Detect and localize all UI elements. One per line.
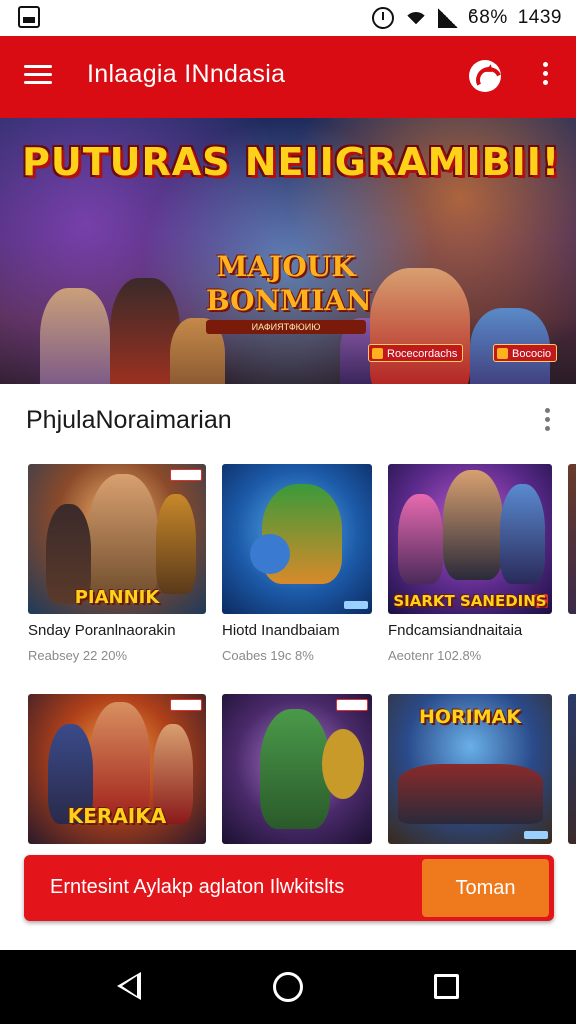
- app-title: Inlaagia INndasia: [87, 60, 286, 88]
- back-icon[interactable]: [117, 972, 141, 1000]
- clock: 1439: [517, 7, 562, 28]
- game-card[interactable]: SIARKT SANEDINS Fndcamsiandnaitaia Aeote…: [382, 464, 558, 674]
- promo-banner: Erntesint Aylakp aglaton Ilwkitslts Toma…: [24, 855, 554, 921]
- banner-headline: PUTURAS NEIIGRAMIBII!: [22, 140, 561, 184]
- thumbnail-badge: [170, 469, 202, 481]
- thumbnail-caption: PIANNIK: [74, 587, 160, 608]
- status-indicators: ϐ8% 1439: [371, 5, 562, 31]
- game-card-peek[interactable]: [568, 694, 576, 844]
- game-card[interactable]: KERAIKA: [22, 694, 212, 846]
- banner-badge[interactable]: Bococio: [493, 344, 558, 362]
- game-thumbnail: [222, 694, 372, 844]
- card-subtitle: Aeotenr 102.8%: [388, 648, 482, 663]
- more-vertical-icon[interactable]: [542, 408, 552, 436]
- section-title: PhjulaNoraimarian: [26, 406, 232, 434]
- promo-text: Erntesint Aylakp aglaton Ilwkitslts: [50, 876, 345, 898]
- home-icon[interactable]: [273, 972, 303, 1002]
- game-thumbnail: KERAIKA: [28, 694, 206, 844]
- refresh-icon[interactable]: [469, 60, 501, 92]
- game-card[interactable]: HORIMAK: [382, 694, 558, 846]
- card-subtitle: Coabes 19c 8%: [222, 648, 314, 663]
- game-card[interactable]: PIANNIK Snday Poranlnaorakin Reabsey 22 …: [22, 464, 212, 674]
- thumbnail-badge: [344, 601, 368, 609]
- thumbnail-caption: KERAIKA: [67, 804, 167, 828]
- app-bar: Inlaagia INndasia: [0, 36, 576, 118]
- banner-game-logo: MAJOUK BONMIAN ИАФИЯТФЮИЮ: [206, 250, 372, 334]
- banner-character: [370, 268, 470, 384]
- game-thumbnail: HORIMAK: [388, 694, 552, 844]
- thumbnail-badge: [524, 831, 548, 839]
- banner-logo-line1: MAJOUK: [216, 250, 356, 283]
- promo-action-button[interactable]: Toman: [422, 859, 549, 917]
- thumbnail-caption: HORIMAK: [418, 706, 522, 728]
- overflow-menu-icon[interactable]: [540, 62, 550, 90]
- card-title: Fndcamsiandnaitaia: [388, 622, 523, 639]
- image-icon: [18, 6, 40, 28]
- hero-banner[interactable]: PUTURAS NEIIGRAMIBII! MAJOUK BONMIAN ИАФ…: [0, 118, 576, 384]
- banner-logo-subtitle: ИАФИЯТФЮИЮ: [206, 320, 366, 334]
- game-card-peek[interactable]: [568, 464, 576, 614]
- signal-icon: [437, 8, 458, 28]
- game-thumbnail: PIANNIK: [28, 464, 206, 614]
- thumbnail-badge: [170, 699, 202, 711]
- system-nav-bar: [0, 950, 576, 1024]
- battery-percent: ϐ8%: [467, 7, 508, 28]
- game-card[interactable]: [216, 694, 378, 846]
- thumbnail-caption: SIARKT SANEDINS: [393, 592, 547, 610]
- game-thumbnail: [222, 464, 372, 614]
- card-subtitle: Reabsey 22 20%: [28, 648, 128, 663]
- thumbnail-badge: [336, 699, 368, 711]
- banner-logo-line2: BONMIAN: [206, 284, 372, 317]
- recents-icon[interactable]: [434, 974, 459, 999]
- alarm-icon: [371, 7, 394, 29]
- menu-icon[interactable]: [24, 65, 52, 87]
- wifi-icon: [403, 8, 428, 28]
- game-card[interactable]: Hiotd Inandbaiam Coabes 19c 8%: [216, 464, 378, 674]
- banner-badge[interactable]: Rocecordachs: [368, 344, 464, 362]
- card-title: Hiotd Inandbaiam: [222, 622, 340, 639]
- game-thumbnail: SIARKT SANEDINS: [388, 464, 552, 614]
- status-bar: ϐ8% 1439: [0, 0, 576, 36]
- banner-character: [40, 288, 110, 384]
- card-title: Snday Poranlnaorakin: [28, 622, 176, 639]
